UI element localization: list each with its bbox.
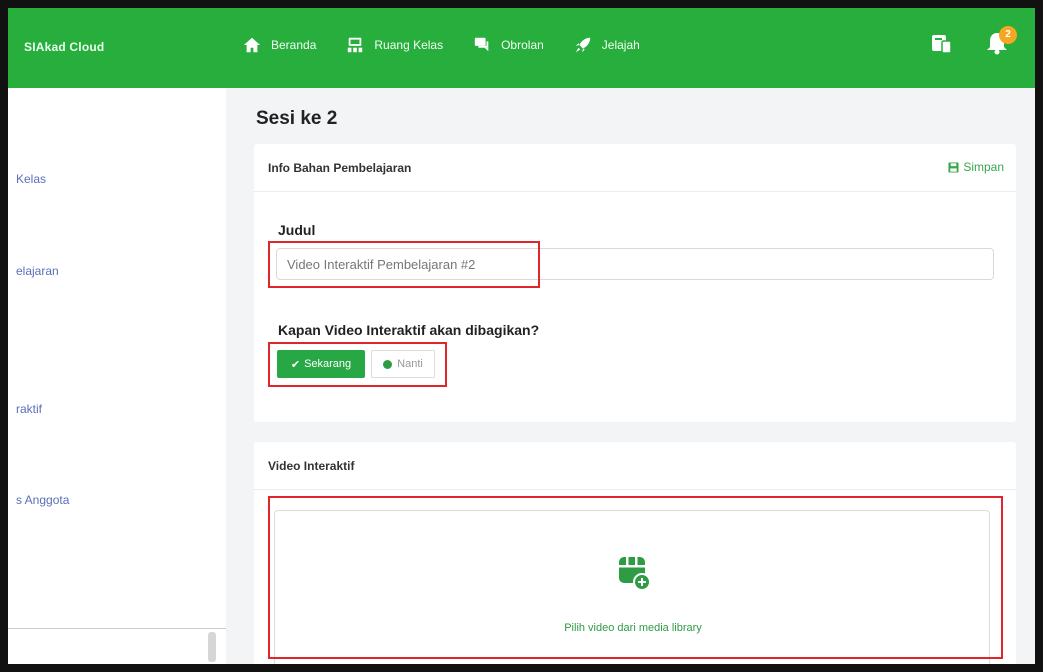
notification-badge: 2: [999, 26, 1017, 44]
top-navbar: SIAkad Cloud Beranda Ruang Kelas Obrolan…: [8, 8, 1035, 88]
sidebar-scrollbar[interactable]: [208, 632, 216, 662]
save-button[interactable]: Simpan: [948, 160, 1004, 174]
share-later-label: Nanti: [397, 358, 423, 370]
info-card: Info Bahan Pembelajaran Simpan Judul Kap…: [254, 144, 1016, 422]
nav-label: Obrolan: [501, 38, 544, 52]
nav-jelajah[interactable]: Jelajah: [574, 36, 640, 54]
devices-icon: [932, 35, 952, 54]
judul-input[interactable]: [276, 248, 994, 280]
nav-label: Ruang Kelas: [374, 38, 444, 52]
share-now-label: Sekarang: [304, 358, 352, 370]
save-label: Simpan: [963, 160, 1004, 174]
video-card-header: Video Interaktif: [254, 442, 1016, 490]
nav-ruang-kelas[interactable]: Ruang Kelas: [346, 36, 443, 54]
share-now-button[interactable]: ✔ Sekarang: [277, 350, 365, 378]
app-frame: SIAkad Cloud Beranda Ruang Kelas Obrolan…: [8, 8, 1035, 664]
video-card: Video Interaktif Pilih video dari media …: [254, 442, 1016, 664]
page-title: Sesi ke 2: [256, 108, 338, 129]
share-question: Kapan Video Interaktif akan dibagikan?: [278, 322, 540, 338]
device-switch-button[interactable]: [929, 30, 953, 56]
brand-logo[interactable]: SIAkad Cloud: [24, 40, 104, 54]
rocket-icon: [575, 37, 590, 53]
video-card-title: Video Interaktif: [268, 459, 355, 473]
main-nav: Beranda Ruang Kelas Obrolan Jelajah: [243, 36, 670, 54]
add-video-icon: [619, 557, 651, 591]
judul-label: Judul: [278, 222, 316, 238]
dropzone-text: Pilih video dari media library: [564, 622, 702, 634]
nav-label: Jelajah: [601, 38, 640, 52]
share-later-button[interactable]: Nanti: [371, 350, 435, 378]
nav-beranda[interactable]: Beranda: [243, 36, 316, 54]
sidebar-item-kelas[interactable]: Kelas: [16, 172, 46, 186]
sidebar-item-anggota[interactable]: s Anggota: [16, 493, 69, 507]
notification-button[interactable]: 2: [985, 26, 1017, 56]
nav-label: Beranda: [271, 38, 317, 52]
info-card-title: Info Bahan Pembelajaran: [268, 161, 412, 175]
clock-icon: [383, 359, 393, 369]
check-icon: ✔: [290, 358, 301, 371]
chat-icon: [474, 37, 489, 52]
sidebar-item-interaktif[interactable]: raktif: [16, 402, 42, 416]
sidebar-item-pembelajaran[interactable]: elajaran: [16, 264, 59, 278]
classroom-icon: [348, 37, 363, 53]
main-content: Sesi ke 2 Info Bahan Pembelajaran Simpan…: [226, 88, 1035, 664]
home-icon: [243, 37, 261, 53]
sidebar: Kelas elajaran raktif s Anggota: [8, 88, 226, 664]
save-icon: [948, 161, 959, 173]
info-card-header: Info Bahan Pembelajaran Simpan: [254, 144, 1016, 192]
nav-obrolan[interactable]: Obrolan: [473, 36, 544, 54]
topbar-actions: 2: [897, 26, 1017, 56]
sidebar-footer: [8, 628, 226, 664]
video-picker-dropzone[interactable]: Pilih video dari media library: [274, 510, 990, 664]
